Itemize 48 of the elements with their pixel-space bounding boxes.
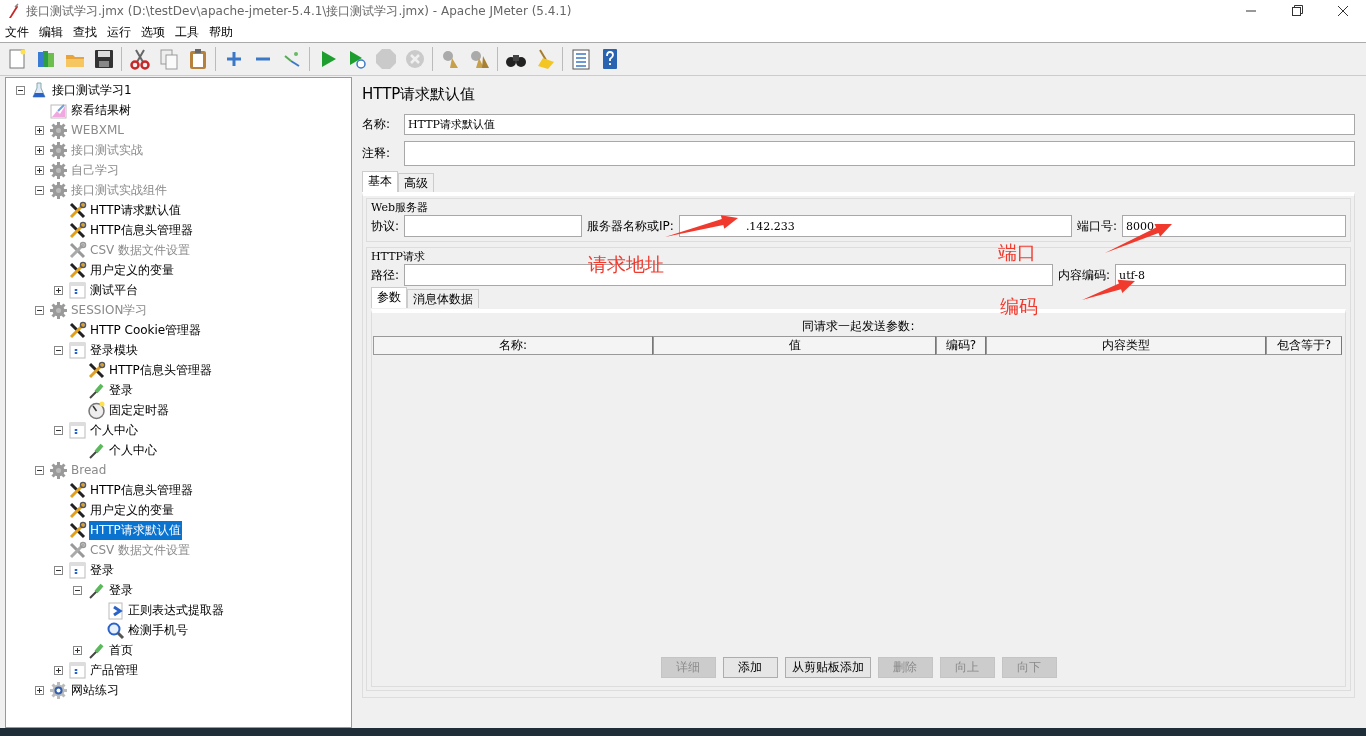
- annotation-text: 端口: [998, 240, 1036, 265]
- port-field[interactable]: 8000: [1121, 215, 1346, 237]
- panel-title: HTTP请求默认值: [362, 84, 477, 105]
- tree-item[interactable]: 察看结果树: [70, 100, 132, 120]
- field-label: 协议:: [371, 217, 400, 235]
- menu-item[interactable]: 选项: [140, 23, 166, 41]
- encoding-field[interactable]: utf-8: [1115, 264, 1346, 286]
- tab[interactable]: 高级: [398, 173, 434, 192]
- app-logo-icon: [6, 3, 20, 19]
- tab[interactable]: 消息体数据: [407, 289, 479, 308]
- tree-item[interactable]: 接口测试学习1: [51, 80, 133, 100]
- name-field[interactable]: HTTP请求默认值: [404, 114, 1355, 135]
- field-label: 注释:: [362, 145, 392, 162]
- tab[interactable]: 基本: [362, 171, 398, 192]
- column-header[interactable]: 值: [653, 336, 936, 355]
- field-label: 路径:: [371, 266, 400, 284]
- menu-item[interactable]: 工具: [174, 23, 200, 41]
- group-title: Web服务器: [371, 200, 428, 214]
- annotation-text: 编码: [1000, 294, 1038, 319]
- comment-field[interactable]: [404, 141, 1355, 166]
- menu-item[interactable]: 文件: [4, 23, 30, 41]
- annotation-text: 请求地址: [588, 252, 664, 277]
- collapse-icon[interactable]: [15, 85, 25, 95]
- field-label: 内容编码:: [1058, 266, 1111, 284]
- column-header[interactable]: 名称:: [373, 336, 653, 355]
- expand-icon[interactable]: [34, 685, 44, 695]
- menu-item[interactable]: 查找: [72, 23, 98, 41]
- column-header[interactable]: 内容类型: [986, 336, 1266, 355]
- column-header[interactable]: 包含等于?: [1266, 336, 1342, 355]
- window-title: 接口测试学习.jmx (D:\testDev\apache-jmeter-5.4.1\接口测试学习.jmx) - Apache JMeter (5.4.1): [26, 2, 573, 20]
- table-caption: 同请求一起发送参数:: [801, 318, 916, 335]
- save-icon[interactable]: [92, 48, 115, 70]
- group-title: HTTP请求: [371, 249, 425, 263]
- tree-item[interactable]: 网站练习: [70, 680, 120, 700]
- menu-item[interactable]: 运行: [106, 23, 132, 41]
- menu-item[interactable]: 编辑: [38, 23, 64, 41]
- server-field[interactable]: .142.233: [678, 215, 1072, 237]
- action-button[interactable]: 从剪贴板添加: [784, 657, 871, 678]
- tab[interactable]: 参数: [371, 287, 407, 308]
- field-label: 名称:: [362, 116, 392, 133]
- field-label: 服务器名称或IP:: [587, 217, 674, 235]
- field-label: 端口号:: [1076, 217, 1117, 235]
- column-header[interactable]: 编码?: [936, 336, 986, 355]
- list-icon[interactable]: [569, 48, 592, 70]
- menu-item[interactable]: 帮助: [208, 23, 234, 41]
- scissors-icon[interactable]: [128, 48, 151, 70]
- action-button[interactable]: 添加: [722, 657, 778, 678]
- protocol-field[interactable]: [404, 215, 583, 237]
